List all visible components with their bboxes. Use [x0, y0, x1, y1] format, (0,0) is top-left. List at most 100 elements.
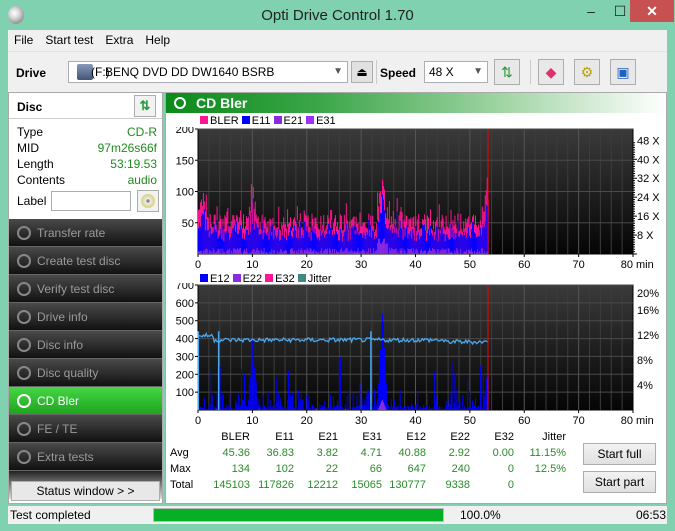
nav-item-disc-info[interactable]: Disc info	[9, 331, 162, 359]
disc-refresh-button[interactable]: ⇅	[134, 95, 156, 117]
e21-bar	[355, 252, 357, 254]
x-tick-label: 70	[573, 415, 585, 427]
legend-swatch	[306, 116, 315, 124]
e12-bar	[434, 405, 436, 410]
e12-bar	[235, 400, 237, 410]
nav-item-extra-tests[interactable]: Extra tests	[9, 443, 162, 471]
e21-bar	[312, 250, 314, 254]
label-input[interactable]	[51, 191, 131, 211]
eject-button[interactable]: ⏏	[351, 61, 373, 83]
e21-bar	[224, 252, 226, 254]
e21-bar	[417, 250, 419, 254]
start-full-button[interactable]: Start full	[583, 443, 656, 465]
erase-button[interactable]: ◆	[538, 59, 564, 85]
nav-item-verify-test-disc[interactable]: Verify test disc	[9, 275, 162, 303]
y2-tick-label: 12%	[637, 330, 659, 342]
e12-bar	[337, 406, 339, 410]
disc-row-type: Type CD-R	[17, 125, 157, 141]
nav-item-fe-te[interactable]: FE / TE	[9, 415, 162, 443]
e12-bar	[365, 404, 367, 410]
menu-start-test[interactable]: Start test	[39, 30, 99, 50]
e12-bar	[355, 406, 357, 410]
nav-item-create-test-disc[interactable]: Create test disc	[9, 247, 162, 275]
e21-bar	[234, 248, 236, 254]
speed-select[interactable]: 48 X ▼	[424, 61, 488, 83]
e12-bar	[441, 409, 443, 410]
e12-bar	[214, 406, 216, 410]
e21-bar	[428, 248, 430, 254]
e21-bar	[349, 252, 351, 254]
e11-bar	[215, 231, 217, 254]
e21-bar	[411, 248, 413, 254]
e12-bar	[471, 408, 473, 410]
e21-bar	[408, 249, 410, 254]
e12-bar	[442, 408, 444, 410]
e21-bar	[472, 251, 474, 254]
e12-bar	[389, 408, 391, 410]
e21-bar	[422, 252, 424, 254]
status-bar: Test completed 100.0% 06:53	[8, 506, 667, 524]
x-tick-label: 80	[621, 259, 633, 271]
e21-bar	[373, 247, 375, 254]
drive-select[interactable]: (F:) BENQ DVD DD DW1640 BSRB ▼	[68, 61, 348, 83]
e12-bar	[347, 407, 349, 410]
e11-bar	[246, 230, 248, 254]
e12-bar	[221, 394, 223, 410]
nav-item-drive-info[interactable]: Drive info	[9, 303, 162, 331]
e11-bar	[446, 234, 448, 254]
stat-value	[514, 477, 566, 493]
e12-bar	[237, 407, 239, 410]
e21-bar	[389, 250, 391, 254]
e21-bar	[433, 249, 435, 254]
close-button[interactable]: ✕	[630, 0, 674, 22]
e21-bar	[325, 248, 327, 254]
e12-bar	[330, 394, 332, 410]
main-panel: CD Bler BLER E11 E21 E31 50 100 150 200 0 10 20 30…	[165, 92, 667, 504]
e21-bar	[441, 248, 443, 254]
e21-bar	[383, 238, 385, 254]
nav-item-disc-quality[interactable]: Disc quality	[9, 359, 162, 387]
e11-bar	[304, 221, 306, 254]
e11-bar	[427, 233, 429, 254]
e21-bar	[296, 252, 298, 254]
e12-bar	[261, 408, 263, 410]
menu-help[interactable]: Help	[139, 30, 176, 50]
e12-bar	[295, 408, 297, 410]
e21-bar	[450, 251, 452, 254]
e11-bar	[200, 216, 202, 254]
e11-bar	[250, 212, 252, 254]
disc-header: Disc ⇅	[9, 93, 162, 119]
e21-bar	[337, 251, 339, 254]
y-tick-label: 300	[176, 351, 194, 363]
refresh-button[interactable]: ⇅	[494, 59, 520, 85]
status-window-button[interactable]: Status window > >	[11, 481, 160, 501]
e21-bar	[399, 248, 401, 254]
legend-e11: E11	[241, 115, 271, 127]
e21-bar	[423, 251, 425, 254]
e12-bar	[319, 403, 321, 410]
e11-bar	[308, 237, 310, 254]
cd-icon[interactable]	[137, 190, 159, 212]
e21-bar	[295, 250, 297, 254]
save-button[interactable]: ▣	[610, 59, 636, 85]
e11-bar	[367, 235, 369, 254]
minimize-button[interactable]: –	[576, 0, 606, 22]
e21-bar	[362, 249, 364, 254]
nav-item-cd-bler[interactable]: CD Bler	[9, 387, 162, 415]
e21-bar	[465, 252, 467, 254]
row-label: Total	[170, 479, 194, 491]
e21-bar	[338, 252, 340, 254]
menu-extra[interactable]: Extra	[99, 30, 139, 50]
e12-bar	[234, 409, 236, 410]
menu-file[interactable]: File	[8, 30, 39, 50]
e11-bar	[269, 232, 271, 254]
e11-bar	[423, 225, 425, 254]
nav-item-transfer-rate[interactable]: Transfer rate	[9, 219, 162, 247]
stat-value: 22	[325, 463, 338, 475]
settings-button[interactable]: ⚙	[574, 59, 600, 85]
e12-bar	[351, 407, 353, 410]
e12-bar	[375, 398, 377, 410]
e12-bar	[433, 371, 435, 410]
start-part-button[interactable]: Start part	[583, 471, 656, 493]
e21-bar	[282, 252, 284, 254]
